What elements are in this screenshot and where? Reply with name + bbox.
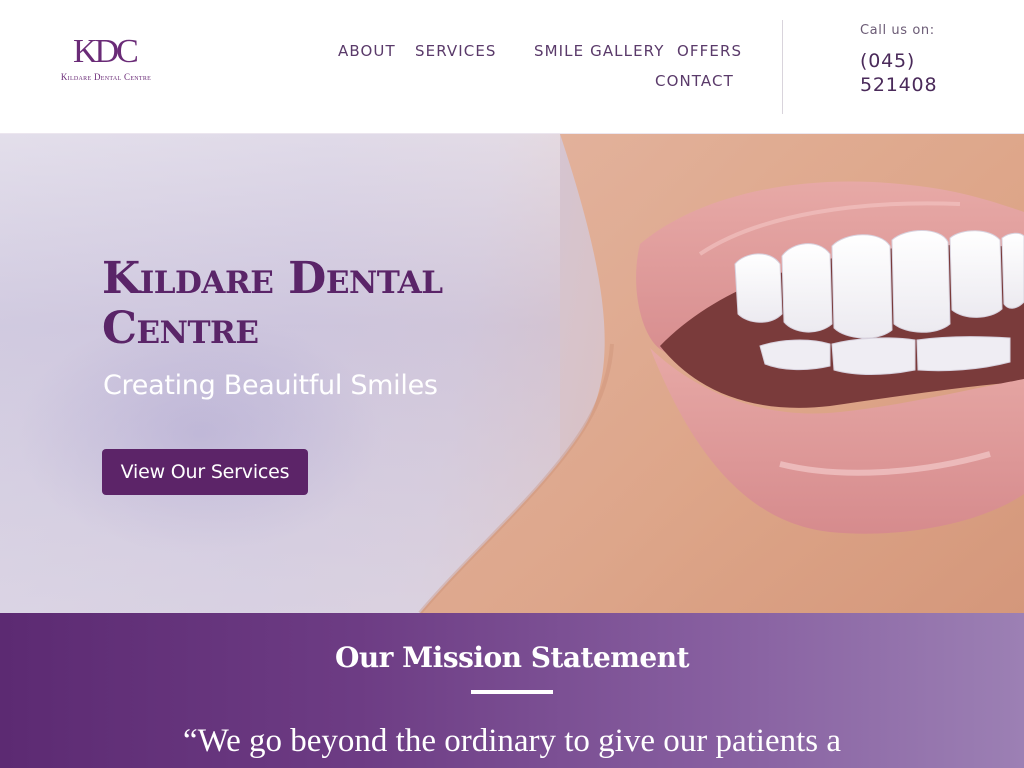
call-us-label: Call us on:	[860, 23, 935, 38]
site-logo[interactable]: KDC Kildare Dental Centre	[50, 34, 162, 86]
hero-title: Kildare Dental Centre	[102, 253, 443, 354]
view-services-button[interactable]: View Our Services	[102, 449, 308, 495]
hero-banner: Kildare Dental Centre Creating Beauitful…	[0, 134, 1024, 613]
logo-subtitle: Kildare Dental Centre	[60, 72, 152, 82]
nav-item-about[interactable]: ABOUT	[338, 41, 396, 61]
mission-quote: “We go beyond the ordinary to give our p…	[182, 723, 842, 759]
hero-subtitle: Creating Beauitful Smiles	[103, 370, 438, 401]
mission-title: Our Mission Statement	[334, 641, 690, 674]
nav-item-contact[interactable]: CONTACT	[655, 71, 734, 91]
mission-divider	[471, 690, 553, 694]
header-divider	[782, 20, 783, 114]
nav-item-offers[interactable]: OFFERS	[677, 41, 742, 61]
phone-number-link[interactable]: (045) 521408	[860, 49, 970, 97]
logo-monogram: KDC	[73, 33, 139, 70]
mission-section: Our Mission Statement “We go beyond the …	[0, 613, 1024, 768]
nav-item-services[interactable]: SERVICES	[415, 41, 497, 61]
nav-item-smile-gallery[interactable]: SMILE GALLERY	[534, 41, 665, 61]
site-header: KDC Kildare Dental Centre ABOUT SERVICES…	[0, 0, 1024, 134]
